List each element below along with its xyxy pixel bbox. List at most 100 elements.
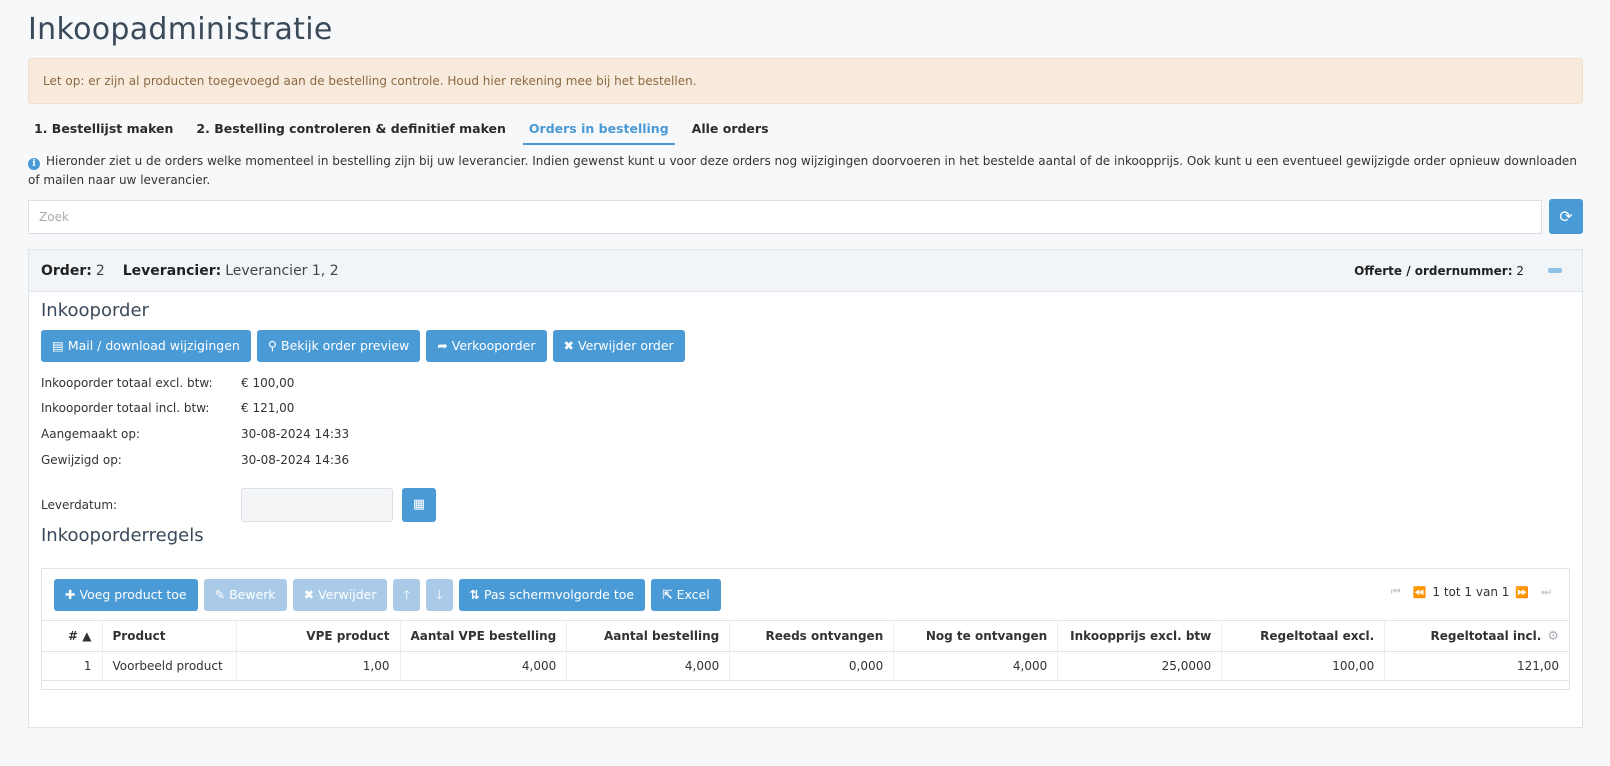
delivery-label: Leverdatum: [41, 498, 118, 512]
apply-order-label: Pas schermvolgorde toe [484, 587, 635, 602]
total-incl-row: Inkooporder totaal incl. btw: € 121,00 [41, 401, 294, 415]
modified-label: Gewijzigd op: [41, 453, 122, 467]
close-icon: ✖ [303, 587, 315, 602]
edit-icon: ✎ [214, 587, 226, 602]
preview-label: Bekijk order preview [281, 338, 410, 353]
created-row: Aangemaakt op: 30-08-2024 14:33 [41, 427, 349, 441]
collapse-icon[interactable] [1548, 268, 1562, 273]
refresh-icon: ⟳ [1559, 207, 1573, 226]
col-header-regeltotaal-incl-label: Regeltotaal incl. [1430, 628, 1542, 643]
sales-order-button[interactable]: ➦ Verkooporder [426, 330, 547, 362]
search-input[interactable] [28, 200, 1542, 234]
apply-order-button[interactable]: ⇅ Pas schermvolgorde toe [458, 579, 646, 611]
col-header-aantal[interactable]: Aantal bestelling [566, 620, 731, 652]
share-icon: ➦ [437, 338, 448, 353]
created-label: Aangemaakt op: [41, 427, 141, 441]
delivery-date-input[interactable] [241, 488, 393, 522]
col-header-regeltotaal-incl[interactable]: Regeltotaal incl. ⚙ [1384, 620, 1569, 652]
cell-index: 1 [42, 651, 103, 681]
refresh-button[interactable]: ⟳ [1549, 199, 1583, 234]
preview-button[interactable]: ⚲ Bekijk order preview [256, 330, 421, 362]
cell-nog-te-ontvangen: 4,000 [893, 651, 1059, 681]
calendar-button[interactable]: ▦ [402, 488, 436, 522]
purchase-order-actions: ▤ Mail / download wijzigingen ⚲ Bekijk ord… [41, 330, 691, 362]
order-number: 2 [95, 262, 105, 279]
col-header-product[interactable]: Product [102, 620, 237, 652]
col-header-inkoopprijs[interactable]: Inkoopprijs excl. btw [1057, 620, 1223, 652]
calendar-icon: ▦ [412, 497, 426, 512]
add-product-button[interactable]: ✚ Voeg product toe [54, 579, 198, 611]
cell-product: Voorbeeld product [102, 651, 237, 681]
search-icon: ⚲ [267, 338, 278, 353]
total-excl-row: Inkooporder totaal excl. btw: € 100,00 [41, 376, 294, 390]
first-page-icon[interactable]: ⏮ [1391, 585, 1401, 599]
excel-button[interactable]: ⇱ Excel [651, 579, 721, 611]
export-icon: ⇱ [662, 587, 673, 602]
tab-bestellijst[interactable]: 1. Bestellijst maken [28, 117, 179, 145]
info-text: Hieronder ziet u de orders welke momente… [28, 154, 1577, 187]
grid-toolbar: ✚ Voeg product toe ✎ Bewerk ✖ Verwijder 🡑 🡓… [54, 579, 727, 611]
cell-aantal: 4,000 [566, 651, 731, 681]
gear-icon[interactable]: ⚙ [1547, 629, 1559, 644]
delete-order-label: Verwijder order [578, 338, 674, 353]
table-row[interactable]: 1 Voorbeeld product 1,00 4,000 4,000 0,0… [42, 651, 1569, 681]
total-excl-value: € 100,00 [241, 376, 295, 390]
list-icon: ▤ [52, 338, 64, 353]
cell-regeltotaal-incl: 121,00 [1384, 651, 1569, 681]
alert-text: Let op: er zijn al producten toegevoegd … [43, 74, 697, 88]
delete-line-button[interactable]: ✖ Verwijder [292, 579, 388, 611]
quote-label: Offerte / ordernummer: [1354, 263, 1513, 278]
add-product-label: Voeg product toe [79, 587, 187, 602]
move-down-button[interactable]: 🡓 [426, 579, 453, 611]
prev-page-icon[interactable]: ⏪ [1413, 586, 1427, 599]
order-label: Order: [41, 262, 92, 279]
info-text-block: i Hieronder ziet u de orders welke moment… [28, 152, 1583, 190]
edit-label: Bewerk [229, 587, 276, 602]
purchase-order-title: Inkooporder [41, 300, 149, 321]
order-lines-title: Inkooporderregels [41, 525, 204, 546]
cell-vpe-product: 1,00 [236, 651, 401, 681]
supplier-label: Leverancier: [122, 262, 222, 279]
order-panel-header[interactable]: Order: 2 Leverancier: Leverancier 1, 2 O… [29, 250, 1582, 292]
mail-download-label: Mail / download wijzigingen [67, 338, 240, 353]
page-title: Inkoopadministratie [28, 12, 333, 47]
cell-inkoopprijs: 25,0000 [1057, 651, 1223, 681]
col-header-regeltotaal-excl[interactable]: Regeltotaal excl. [1221, 620, 1386, 652]
col-header-nog-te-ontvangen[interactable]: Nog te ontvangen [893, 620, 1059, 652]
cell-reeds-ontvangen: 0,000 [729, 651, 895, 681]
supplier-name: Leverancier 1, 2 [225, 262, 339, 279]
pager: ⏮ ⏪ 1 tot 1 van 1 ⏩ ⏭ [1385, 585, 1557, 599]
col-header-aantal-vpe[interactable]: Aantal VPE bestelling [400, 620, 568, 652]
arrow-up-icon: 🡑 [403, 587, 410, 602]
pager-text: 1 tot 1 van 1 [1432, 585, 1510, 599]
order-panel: Order: 2 Leverancier: Leverancier 1, 2 O… [28, 249, 1583, 728]
last-page-icon[interactable]: ⏭ [1541, 585, 1551, 599]
mail-download-button[interactable]: ▤ Mail / download wijzigingen [41, 330, 251, 362]
col-header-reeds-ontvangen[interactable]: Reeds ontvangen [729, 620, 895, 652]
move-up-button[interactable]: 🡑 [393, 579, 420, 611]
info-icon: i [28, 158, 40, 170]
tab-bestelling-controleren[interactable]: 2. Bestelling controleren & definitief m… [190, 117, 512, 145]
order-lines-table: # ▲ Product VPE product Aantal VPE beste… [42, 620, 1569, 681]
excel-label: Excel [676, 587, 710, 602]
col-header-index[interactable]: # ▲ [42, 620, 103, 652]
tab-alle-orders[interactable]: Alle orders [686, 117, 775, 145]
close-icon: ✖ [563, 338, 574, 353]
modified-value: 30-08-2024 14:36 [241, 453, 350, 467]
edit-button[interactable]: ✎ Bewerk [203, 579, 287, 611]
next-page-icon[interactable]: ⏩ [1515, 586, 1529, 599]
tab-orders-in-bestelling[interactable]: Orders in bestelling [522, 117, 675, 145]
delete-order-button[interactable]: ✖ Verwijder order [552, 330, 685, 362]
total-excl-label: Inkooporder totaal excl. btw: [41, 376, 213, 390]
plus-icon: ✚ [65, 587, 76, 602]
tab-bar: 1. Bestellijst maken 2. Bestelling contr… [28, 117, 786, 147]
arrow-down-icon: 🡓 [436, 587, 443, 602]
sort-icon: ⇅ [469, 587, 480, 602]
total-incl-label: Inkooporder totaal incl. btw: [41, 401, 210, 415]
table-header-row: # ▲ Product VPE product Aantal VPE beste… [42, 620, 1569, 652]
order-lines-grid: ✚ Voeg product toe ✎ Bewerk ✖ Verwijder 🡑 🡓… [41, 568, 1570, 690]
col-header-vpe-product[interactable]: VPE product [236, 620, 401, 652]
sales-order-label: Verkooporder [451, 338, 536, 353]
created-value: 30-08-2024 14:33 [241, 427, 350, 441]
total-incl-value: € 121,00 [241, 401, 295, 415]
